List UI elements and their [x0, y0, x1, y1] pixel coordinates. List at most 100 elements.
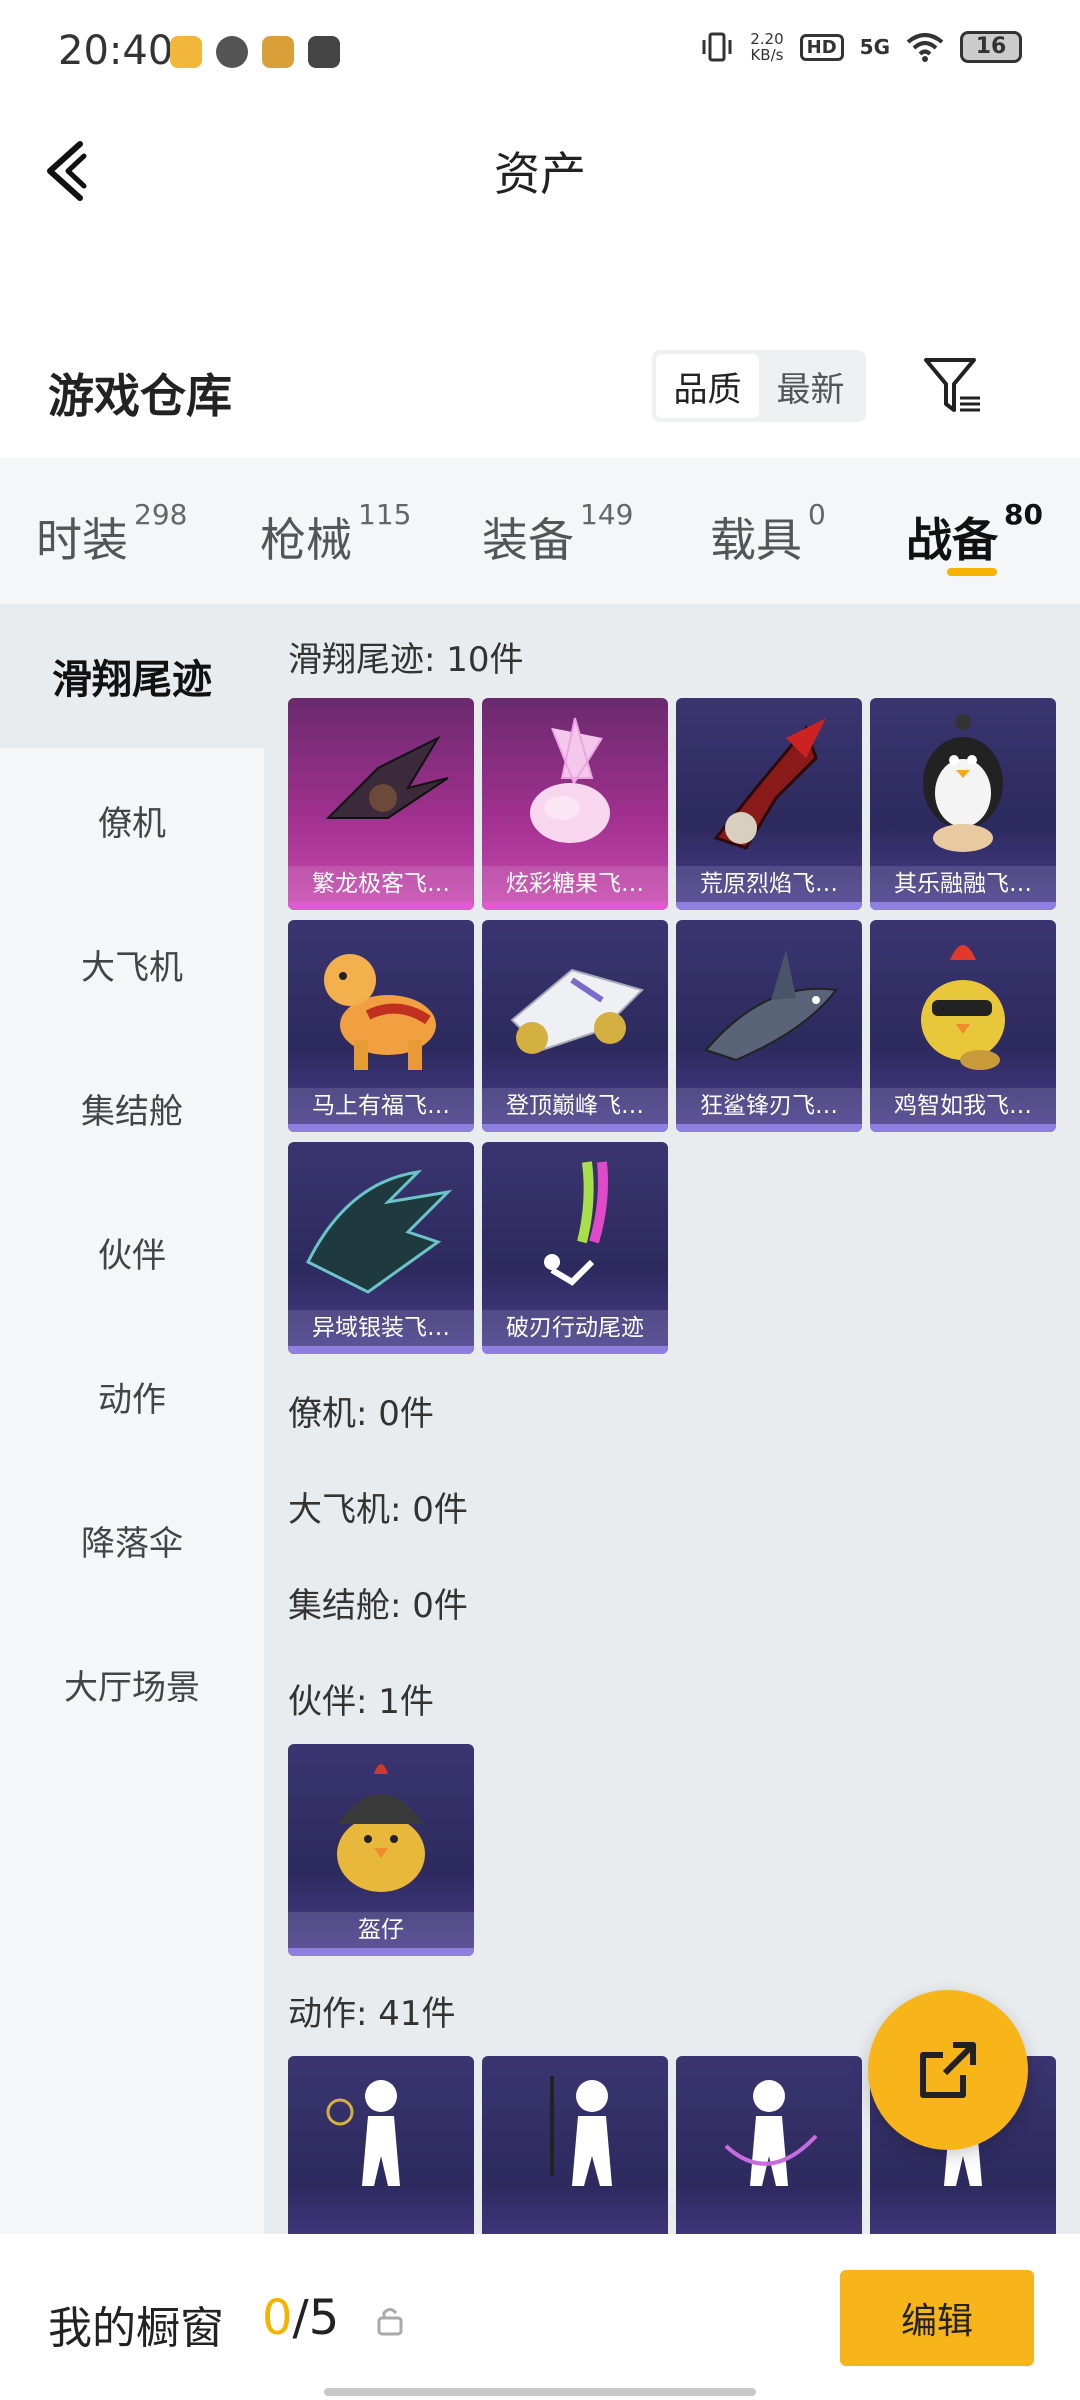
item-card[interactable]: 马上有福飞…	[288, 920, 474, 1132]
item-card[interactable]	[288, 2056, 474, 2234]
tab-vehicles[interactable]: 载具 0	[710, 458, 906, 604]
edit-button[interactable]: 编辑	[840, 2270, 1034, 2366]
rarity-bar	[482, 1346, 668, 1354]
sidebar-item-pod[interactable]: 集结舱	[0, 1036, 264, 1180]
item-name: 炫彩糖果飞…	[482, 866, 668, 902]
dragon-wing-icon	[325, 735, 449, 819]
active-tab-indicator	[947, 568, 997, 576]
rarity-bar	[870, 1124, 1056, 1132]
item-list: 滑翔尾迹: 10件 繁龙极客飞… 炫彩糖果飞… 荒原烈焰飞… 其乐融融飞… 马上…	[264, 604, 1080, 2234]
sidebar-item-emote[interactable]: 动作	[0, 1324, 264, 1468]
silver-wing-icon	[305, 1169, 453, 1294]
tab-firearms[interactable]: 枪械 115	[260, 458, 482, 604]
item-card[interactable]: 异域银装飞…	[288, 1142, 474, 1354]
candy-icon	[530, 717, 610, 843]
helmet-chick-icon	[337, 1764, 425, 1892]
rarity-bar	[676, 1124, 862, 1132]
section-heading-partner: 伙伴: 1件	[288, 1682, 434, 1722]
showcase-current: 0	[262, 2290, 293, 2346]
item-name: 其乐融融飞…	[870, 866, 1056, 902]
sidebar-item-partner[interactable]: 伙伴	[0, 1180, 264, 1324]
tab-label: 时装	[36, 513, 128, 567]
tab-label: 战备	[906, 513, 998, 567]
sidebar-item-lobby-scene[interactable]: 大厅场景	[0, 1612, 264, 1756]
tab-count: 115	[358, 498, 412, 531]
item-name: 繁龙极客飞…	[288, 866, 474, 902]
speed-value: 2.20	[750, 30, 784, 48]
lock-icon	[377, 2308, 403, 2336]
horse-icon	[324, 954, 436, 1070]
item-name: 鸡智如我飞…	[870, 1088, 1056, 1124]
section-heading-wingman: 僚机: 0件	[288, 1394, 434, 1434]
sidebar-item-wingman[interactable]: 僚机	[0, 748, 264, 892]
tab-count: 80	[1004, 498, 1043, 531]
rarity-bar	[482, 1124, 668, 1132]
rarity-bar	[288, 1346, 474, 1354]
item-card[interactable]: 盔仔	[288, 1744, 474, 1956]
section-heading-glide: 滑翔尾迹: 10件	[288, 640, 524, 680]
rarity-bar	[870, 902, 1056, 910]
hd-badge: HD	[799, 33, 844, 61]
sidebar-item-glide-trail[interactable]: 滑翔尾迹	[0, 604, 264, 748]
subcategory-sidebar: 滑翔尾迹 僚机 大飞机 集结舱 伙伴 动作 降落伞 大厅场景	[0, 604, 264, 2234]
share-fab[interactable]	[868, 1990, 1028, 2150]
partner-grid: 盔仔	[288, 1744, 1078, 1956]
speed-unit: KB/s	[750, 46, 784, 64]
rarity-bar	[288, 1948, 474, 1956]
notification-icons	[170, 36, 340, 68]
sort-quality-button[interactable]: 品质	[656, 354, 759, 418]
penguin-icon	[923, 714, 1003, 852]
item-card[interactable]: 炫彩糖果飞…	[482, 698, 668, 910]
jet-icon	[510, 968, 644, 1054]
rarity-bar	[288, 902, 474, 910]
section-heading-emote: 动作: 41件	[288, 1994, 456, 2034]
sort-toggle: 品质 最新	[652, 350, 866, 422]
section-heading-airplane: 大飞机: 0件	[288, 1490, 468, 1530]
item-card[interactable]: 破刃行动尾迹	[482, 1142, 668, 1354]
item-name: 破刃行动尾迹	[482, 1310, 668, 1346]
rarity-bar	[288, 1124, 474, 1132]
item-name: 登顶巅峰飞…	[482, 1088, 668, 1124]
tab-combat-prep[interactable]: 战备 80	[906, 458, 1056, 604]
item-card[interactable]: 狂鲨锋刃飞…	[676, 920, 862, 1132]
smoke-trail-icon	[544, 1161, 608, 1286]
item-card[interactable]	[676, 2056, 862, 2234]
sort-newest-button[interactable]: 最新	[759, 354, 862, 418]
item-name: 荒原烈焰飞…	[676, 866, 862, 902]
item-card[interactable]: 鸡智如我飞…	[870, 920, 1056, 1132]
item-card[interactable]: 荒原烈焰飞…	[676, 698, 862, 910]
header: 资产	[0, 100, 1080, 240]
item-card[interactable]	[482, 2056, 668, 2234]
shark-icon	[704, 950, 838, 1062]
network-type: 5G	[859, 35, 890, 59]
item-card[interactable]: 登顶巅峰飞…	[482, 920, 668, 1132]
showcase-label: 我的橱窗	[48, 2303, 224, 2354]
warehouse-title: 游戏仓库	[48, 369, 232, 423]
network-speed: 2.20 KB/s	[750, 31, 783, 63]
item-name: 盔仔	[288, 1912, 474, 1948]
wifi-icon	[906, 33, 944, 62]
status-right: 2.20 KB/s HD 5G 16	[700, 30, 1022, 64]
tab-equipment[interactable]: 装备 149	[482, 458, 710, 604]
glide-grid: 繁龙极客飞… 炫彩糖果飞… 荒原烈焰飞… 其乐融融飞… 马上有福飞… 登顶巅峰飞…	[288, 698, 1078, 1354]
emote-figure-icon	[550, 2076, 612, 2186]
chicken-icon	[921, 945, 1005, 1070]
status-bar: 20:40 2.20 KB/s HD 5G 16	[0, 0, 1080, 100]
showcase-bar: 我的橱窗 0/5 编辑	[0, 2234, 1080, 2400]
category-tabs: 时装 298 枪械 115 装备 149 载具 0 战备 80	[0, 458, 1080, 604]
showcase-count: 0/5	[262, 2290, 339, 2346]
tab-label: 载具	[710, 513, 802, 567]
sidebar-item-parachute[interactable]: 降落伞	[0, 1468, 264, 1612]
flame-glider-icon	[713, 718, 826, 850]
item-name: 马上有福飞…	[288, 1088, 474, 1124]
section-heading-pod: 集结舱: 0件	[288, 1586, 468, 1626]
tab-count: 0	[808, 498, 826, 531]
item-card[interactable]: 其乐融融飞…	[870, 698, 1056, 910]
filter-button[interactable]	[920, 352, 984, 418]
rarity-bar	[482, 902, 668, 910]
item-name: 狂鲨锋刃飞…	[676, 1088, 862, 1124]
tab-fashion[interactable]: 时装 298	[36, 458, 260, 604]
item-card[interactable]: 繁龙极客飞…	[288, 698, 474, 910]
app-notification-icon	[308, 36, 340, 68]
sidebar-item-airplane[interactable]: 大飞机	[0, 892, 264, 1036]
